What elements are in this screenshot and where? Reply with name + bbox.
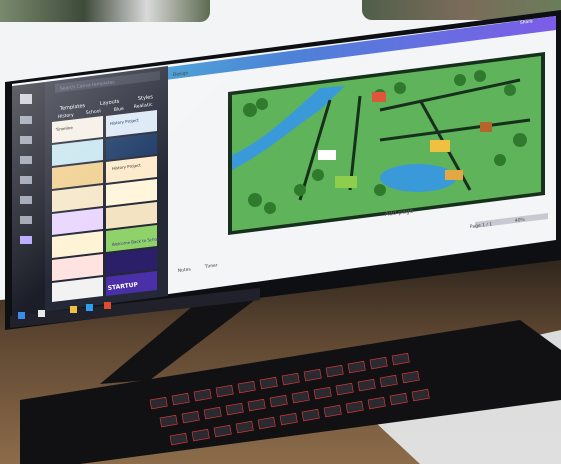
building xyxy=(480,122,492,132)
building xyxy=(430,140,450,152)
lake xyxy=(380,164,456,192)
photo-scene: Add page Templates Layouts Styles Histor… xyxy=(0,0,561,464)
building xyxy=(372,92,386,102)
building xyxy=(445,170,463,180)
field xyxy=(335,176,357,188)
monitor-photo: Add page Templates Layouts Styles Histor… xyxy=(0,10,561,464)
filter-chip[interactable]: Blue xyxy=(114,106,125,113)
swan-boat xyxy=(318,150,336,160)
